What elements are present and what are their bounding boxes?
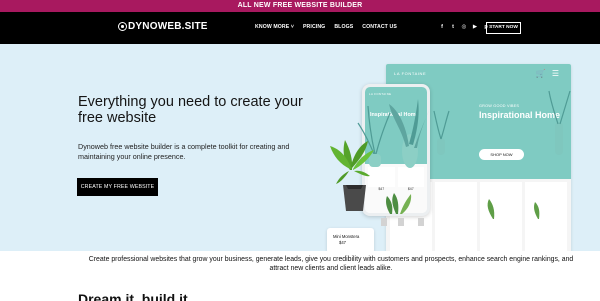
desktop-eyebrow: GROW GOOD VIBES: [479, 104, 520, 108]
site-logo[interactable]: DYNOWEB.SITE: [118, 21, 208, 32]
nav-know-more[interactable]: KNOW MORE ˅: [255, 24, 294, 30]
shop-now-button[interactable]: SHOP NOW: [479, 149, 524, 160]
nav-pricing[interactable]: PRICING: [303, 24, 325, 30]
social-links: f t ◎ ▶ p: [439, 24, 489, 30]
menu-icon: ☰: [551, 69, 559, 78]
product-card: [525, 182, 567, 251]
product-card: [435, 182, 477, 251]
product-card: [480, 182, 522, 251]
logo-text: DYNOWEB.SITE: [128, 21, 208, 32]
promo-banner[interactable]: ALL NEW FREE WEBSITE BUILDER: [0, 0, 600, 12]
phone-product-card: $47: [368, 167, 395, 191]
desktop-header-icons: 🛒 ☰: [536, 69, 559, 78]
phone-hero: LA FONTAINE Inspirational Home: [365, 87, 427, 164]
instagram-icon[interactable]: ◎: [461, 24, 467, 30]
hero-title: Everything you need to create your free …: [78, 94, 303, 126]
nav-blogs[interactable]: BLOGS: [334, 24, 353, 30]
nav-contact-us[interactable]: CONTACT US: [362, 24, 397, 30]
start-now-button[interactable]: START NOW: [486, 22, 521, 34]
desktop-heading: Inspirational Home: [479, 110, 561, 120]
phone-price: $47: [378, 187, 385, 191]
desktop-brand: LA FONTAINE: [394, 71, 427, 76]
top-navigation: DYNOWEB.SITE KNOW MORE ˅ PRICING BLOGS C…: [0, 12, 600, 44]
section-heading: Dream it, build it.: [78, 291, 192, 301]
phone-products: $47 $47: [365, 164, 427, 213]
phone-price: $47: [407, 187, 414, 191]
plant-product-card: Mini Monstera $47: [327, 228, 374, 251]
phone-heading: Inspirational Home: [370, 112, 419, 118]
intro-copy: Create professional websites that grow y…: [88, 256, 574, 272]
hero-description: Dynoweb free website builder is a comple…: [78, 142, 290, 161]
phone-mockup: LA FONTAINE Inspirational Home $47 $47: [362, 84, 430, 216]
phone-brand: LA FONTAINE: [369, 92, 392, 96]
main-menu: KNOW MORE ˅ PRICING BLOGS CONTACT US: [255, 24, 397, 30]
logo-mark-icon: [118, 22, 127, 31]
create-website-button[interactable]: CREATE MY FREE WEBSITE: [77, 178, 158, 196]
youtube-icon[interactable]: ▶: [472, 24, 478, 30]
twitter-icon[interactable]: t: [450, 24, 456, 30]
hero-section: Everything you need to create your free …: [0, 44, 600, 251]
facebook-icon[interactable]: f: [439, 24, 445, 30]
cart-icon: 🛒: [535, 69, 546, 78]
plant-price: $47: [339, 240, 346, 245]
phone-product-card: $47: [397, 167, 424, 191]
plant-name: Mini Monstera: [333, 234, 360, 239]
